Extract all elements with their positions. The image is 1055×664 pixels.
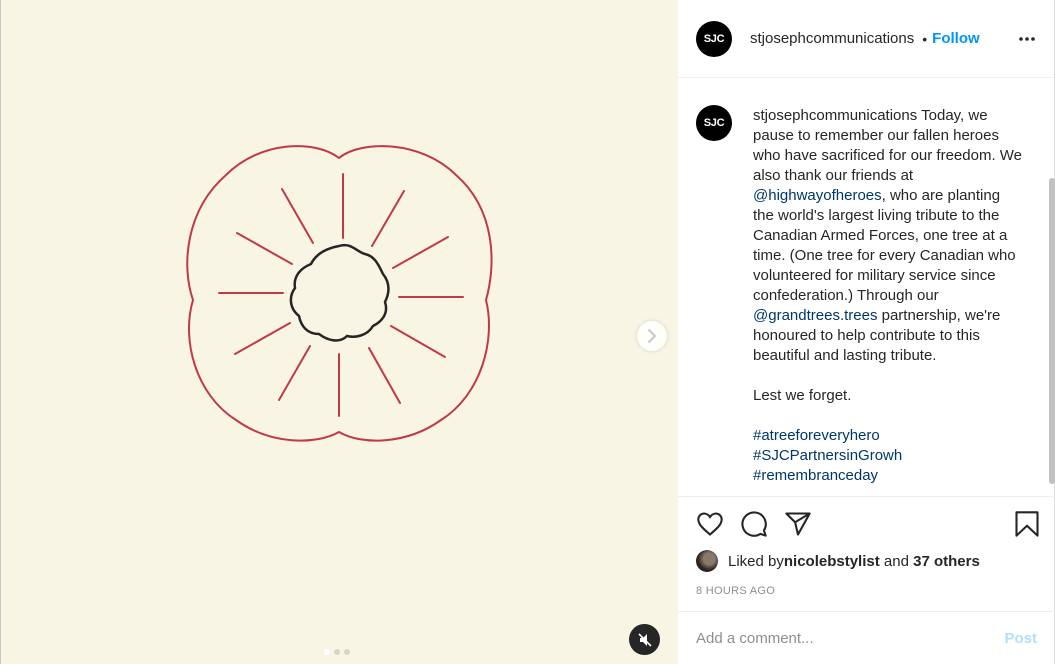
heart-icon xyxy=(697,512,723,536)
post-comment-button[interactable]: Post xyxy=(1004,630,1037,647)
likes-others-link[interactable]: 37 others xyxy=(913,553,980,570)
post-sidebar: SJC stjosephcommunications • Follow SJC … xyxy=(678,0,1055,664)
slide-indicator xyxy=(324,649,350,655)
hashtag-link[interactable]: #SJCPartnersinGrowh xyxy=(753,447,902,464)
share-button[interactable] xyxy=(784,510,812,543)
poppy-center xyxy=(289,243,390,342)
action-bar xyxy=(696,510,1041,540)
header-separator: • xyxy=(922,30,928,47)
caption-area[interactable]: SJC stjosephcommunications Today, we pau… xyxy=(678,78,1055,497)
slide-dot xyxy=(334,649,340,655)
follow-button[interactable]: Follow xyxy=(932,30,980,47)
slide-dot xyxy=(344,649,350,655)
avatar[interactable]: SJC xyxy=(696,20,732,57)
next-slide-button[interactable] xyxy=(637,321,667,351)
post-media[interactable] xyxy=(0,0,678,664)
mute-toggle-button[interactable] xyxy=(629,624,660,655)
caption-avatar[interactable]: SJC xyxy=(696,105,732,141)
comment-bar: Post xyxy=(678,611,1055,664)
comment-button[interactable] xyxy=(740,510,768,543)
caption-body-2: , who are planting the world's largest l… xyxy=(753,187,1020,304)
likes-middle: and xyxy=(879,552,914,570)
mention-link[interactable]: @highwayofheroes xyxy=(753,187,882,204)
share-icon xyxy=(785,512,811,536)
bookmark-icon xyxy=(1015,511,1039,537)
likes-summary: Liked by nicolebstylist and 37 others xyxy=(696,550,980,572)
hashtag-link[interactable]: #atreeforeveryhero xyxy=(753,427,880,444)
slide-dot-active xyxy=(324,649,330,655)
like-button[interactable] xyxy=(696,510,724,543)
liker-avatar[interactable] xyxy=(696,550,718,572)
mention-link[interactable]: @grandtrees.trees xyxy=(753,307,877,324)
poppy-rays xyxy=(218,173,464,417)
likes-prefix: Liked by xyxy=(728,552,784,570)
caption-text: stjosephcommunications Today, we pause t… xyxy=(753,106,1023,486)
caption-scrollbar[interactable] xyxy=(1049,178,1055,484)
comment-icon xyxy=(741,511,767,537)
comment-input[interactable] xyxy=(696,629,1005,647)
more-options-button[interactable] xyxy=(1018,30,1036,53)
muted-speaker-icon xyxy=(637,632,652,647)
header-username[interactable]: stjosephcommunications xyxy=(750,30,914,47)
more-icon xyxy=(1019,37,1035,41)
hashtag-link[interactable]: #remembranceday xyxy=(753,467,878,484)
save-button[interactable] xyxy=(1014,510,1040,543)
post-header: SJC stjosephcommunications • Follow xyxy=(678,0,1054,78)
liker-username[interactable]: nicolebstylist xyxy=(784,553,880,570)
next-arrow-icon xyxy=(648,329,657,343)
poppy-illustration xyxy=(186,145,493,442)
post-timestamp[interactable]: 8 HOURS AGO xyxy=(696,585,775,597)
caption-username[interactable]: stjosephcommunications xyxy=(753,107,917,124)
